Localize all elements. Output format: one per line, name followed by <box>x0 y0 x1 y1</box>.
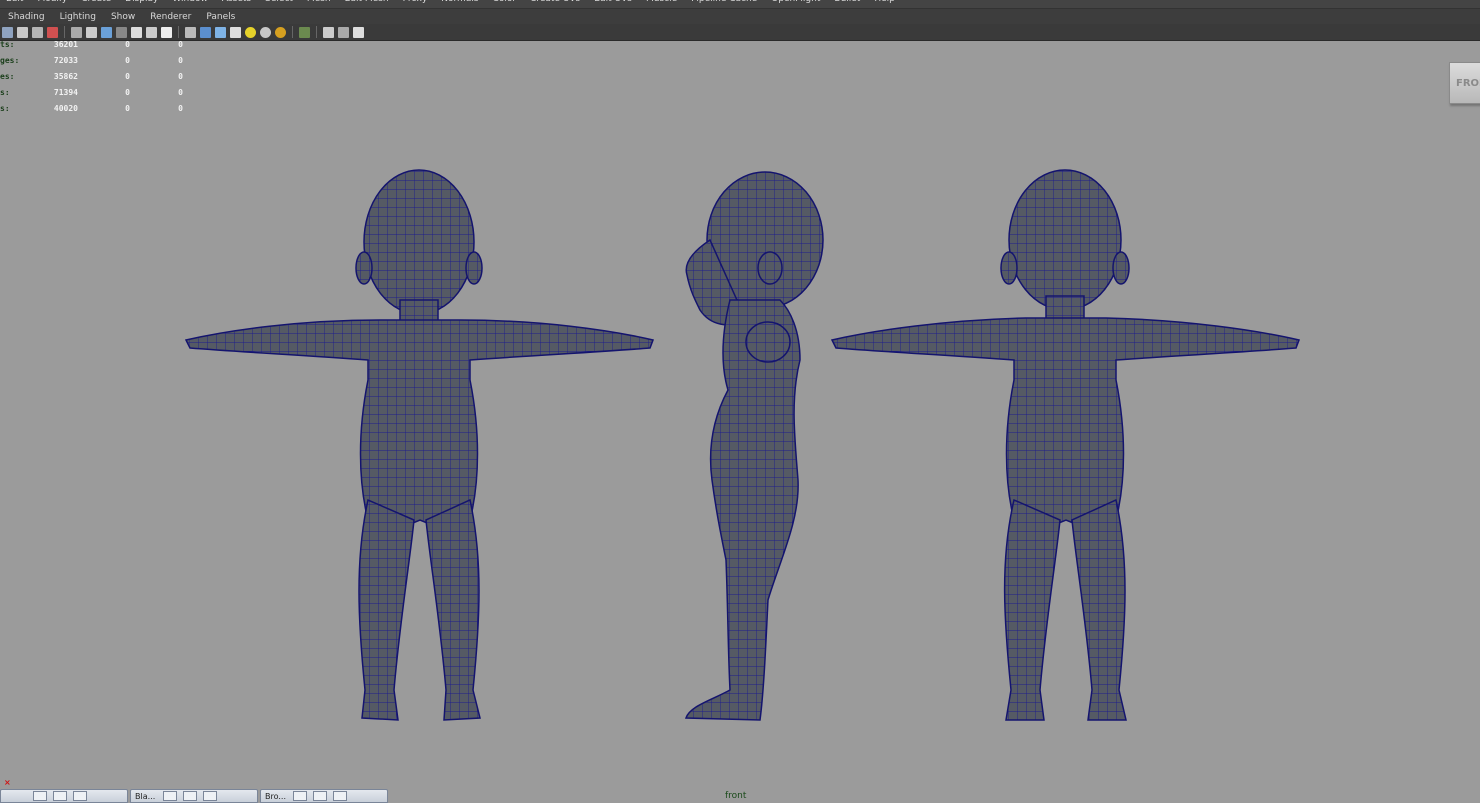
error-marker-icon: × <box>4 778 11 787</box>
minimized-window-title: Bla... <box>135 791 156 801</box>
minimized-window[interactable]: Bro... <box>260 789 388 803</box>
front-view-figure <box>184 169 655 721</box>
view-cube[interactable]: FRON <box>1449 62 1480 104</box>
minimized-window[interactable] <box>0 789 128 803</box>
side-view-figure <box>684 171 824 721</box>
minimized-windows-bar: Bla... Bro... <box>0 789 390 803</box>
minimized-window[interactable]: Bla... <box>130 789 258 803</box>
back-view-figure <box>830 169 1301 721</box>
minimized-window-title: Bro... <box>265 791 286 801</box>
viewport-3d[interactable] <box>0 0 1480 800</box>
